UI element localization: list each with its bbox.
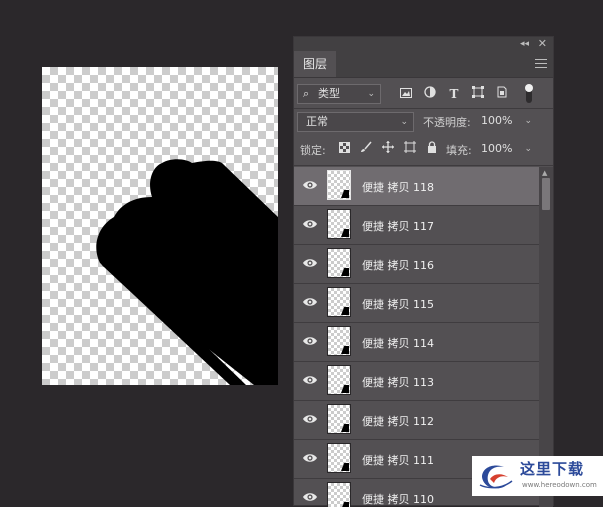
layer-row[interactable]: 便捷 拷贝 114 [294, 323, 539, 362]
blend-mode-value: 正常 [306, 115, 328, 128]
layer-thumbnail[interactable] [327, 209, 351, 239]
watermark-url: www.hereodown.com [522, 481, 597, 489]
chevron-down-icon[interactable]: ⌄ [524, 139, 532, 159]
shape-filter-icon[interactable] [470, 85, 486, 103]
lock-label: 锁定: [300, 144, 326, 157]
canvas-artwork [96, 159, 278, 385]
layer-thumbnail[interactable] [327, 404, 351, 434]
blend-mode-select[interactable]: 正常 ⌄ [297, 112, 414, 132]
layer-row[interactable]: 便捷 拷贝 118 [294, 167, 539, 206]
layer-row[interactable]: 便捷 拷贝 112 [294, 401, 539, 440]
eye-icon[interactable] [302, 335, 318, 347]
layer-name[interactable]: 便捷 拷贝 110 [362, 491, 434, 507]
layer-row[interactable]: 便捷 拷贝 113 [294, 362, 539, 401]
layer-row[interactable]: 便捷 拷贝 116 [294, 245, 539, 284]
eye-icon[interactable] [302, 257, 318, 269]
eye-icon[interactable] [302, 452, 318, 464]
layer-name[interactable]: 便捷 拷贝 117 [362, 218, 434, 234]
move-icon[interactable] [380, 140, 396, 158]
image-filter-icon[interactable] [398, 85, 414, 103]
brush-icon[interactable] [358, 140, 374, 158]
layer-row[interactable]: 便捷 拷贝 115 [294, 284, 539, 323]
fill-label: 填充: [446, 144, 472, 157]
layer-thumbnail[interactable] [327, 326, 351, 356]
fill-value: 100% [481, 142, 513, 155]
chevron-down-icon[interactable]: ⌄ [524, 112, 532, 130]
opacity-value: 100% [481, 114, 513, 127]
opacity-field[interactable]: 100% ⌄ [477, 112, 537, 132]
scrollbar-thumb[interactable] [542, 178, 550, 210]
tab-layers[interactable]: 图层 [294, 51, 336, 77]
eye-icon[interactable] [302, 374, 318, 386]
chevron-down-icon: ⌄ [400, 117, 408, 127]
filter-kind-value: 类型 [318, 87, 340, 100]
layers-panel: ◂◂ ✕ 图层 ⌕ 类型 ⌄ T 正常 ⌄ 不透明度: 100% ⌄ 锁定: 填… [293, 36, 554, 507]
layer-thumbnail[interactable] [327, 443, 351, 473]
eye-icon[interactable] [302, 413, 318, 425]
layer-thumbnail[interactable] [327, 248, 351, 278]
eye-icon[interactable] [302, 491, 318, 503]
layer-name[interactable]: 便捷 拷贝 114 [362, 335, 434, 351]
artboard-lock-icon[interactable] [402, 140, 418, 158]
close-icon[interactable]: ✕ [538, 37, 547, 51]
layer-thumbnail[interactable] [327, 365, 351, 395]
layer-thumbnail[interactable] [327, 170, 351, 200]
layer-name[interactable]: 便捷 拷贝 113 [362, 374, 434, 390]
divider [294, 108, 553, 109]
document-canvas[interactable] [42, 67, 278, 385]
adjustment-filter-icon[interactable] [422, 85, 438, 103]
watermark-title: 这里下载 [520, 460, 585, 478]
layer-name[interactable]: 便捷 拷贝 118 [362, 179, 434, 195]
layer-name[interactable]: 便捷 拷贝 116 [362, 257, 434, 273]
layer-thumbnail[interactable] [327, 287, 351, 317]
blend-row: 正常 ⌄ 不透明度: 100% ⌄ [294, 111, 553, 135]
filter-kind-select[interactable]: ⌕ 类型 ⌄ [297, 84, 381, 104]
opacity-label: 不透明度: [423, 116, 471, 129]
chevron-down-icon: ⌄ [367, 89, 375, 99]
divider [294, 165, 553, 166]
panel-tab-row: 图层 [294, 51, 553, 78]
type-filter-icon[interactable]: T [446, 85, 462, 103]
lock-icon[interactable] [424, 140, 440, 158]
layer-name[interactable]: 便捷 拷贝 115 [362, 296, 434, 312]
lock-transparent-pixels-icon[interactable] [336, 140, 352, 158]
eye-icon[interactable] [302, 179, 318, 191]
filter-row: ⌕ 类型 ⌄ T [294, 83, 553, 107]
lock-row: 锁定: 填充: 100% ⌄ [294, 138, 553, 162]
collapse-icon[interactable]: ◂◂ [520, 37, 529, 51]
panel-title-bar: ◂◂ ✕ [294, 37, 553, 51]
layer-row[interactable]: 便捷 拷贝 117 [294, 206, 539, 245]
layer-name[interactable]: 便捷 拷贝 111 [362, 452, 434, 468]
search-icon: ⌕ [303, 87, 310, 100]
layer-thumbnail[interactable] [327, 482, 351, 507]
eye-icon[interactable] [302, 218, 318, 230]
smart-object-filter-icon[interactable] [494, 85, 510, 103]
layer-name[interactable]: 便捷 拷贝 112 [362, 413, 434, 429]
eye-icon[interactable] [302, 296, 318, 308]
scroll-up-arrow-icon[interactable]: ▲ [542, 169, 547, 177]
panel-menu-icon[interactable] [535, 59, 547, 71]
fill-field[interactable]: 100% ⌄ [477, 139, 537, 159]
filter-toggle-switch[interactable] [525, 84, 533, 103]
watermark-logo [479, 465, 513, 489]
site-watermark: 这里下载 www.hereodown.com [472, 456, 603, 496]
